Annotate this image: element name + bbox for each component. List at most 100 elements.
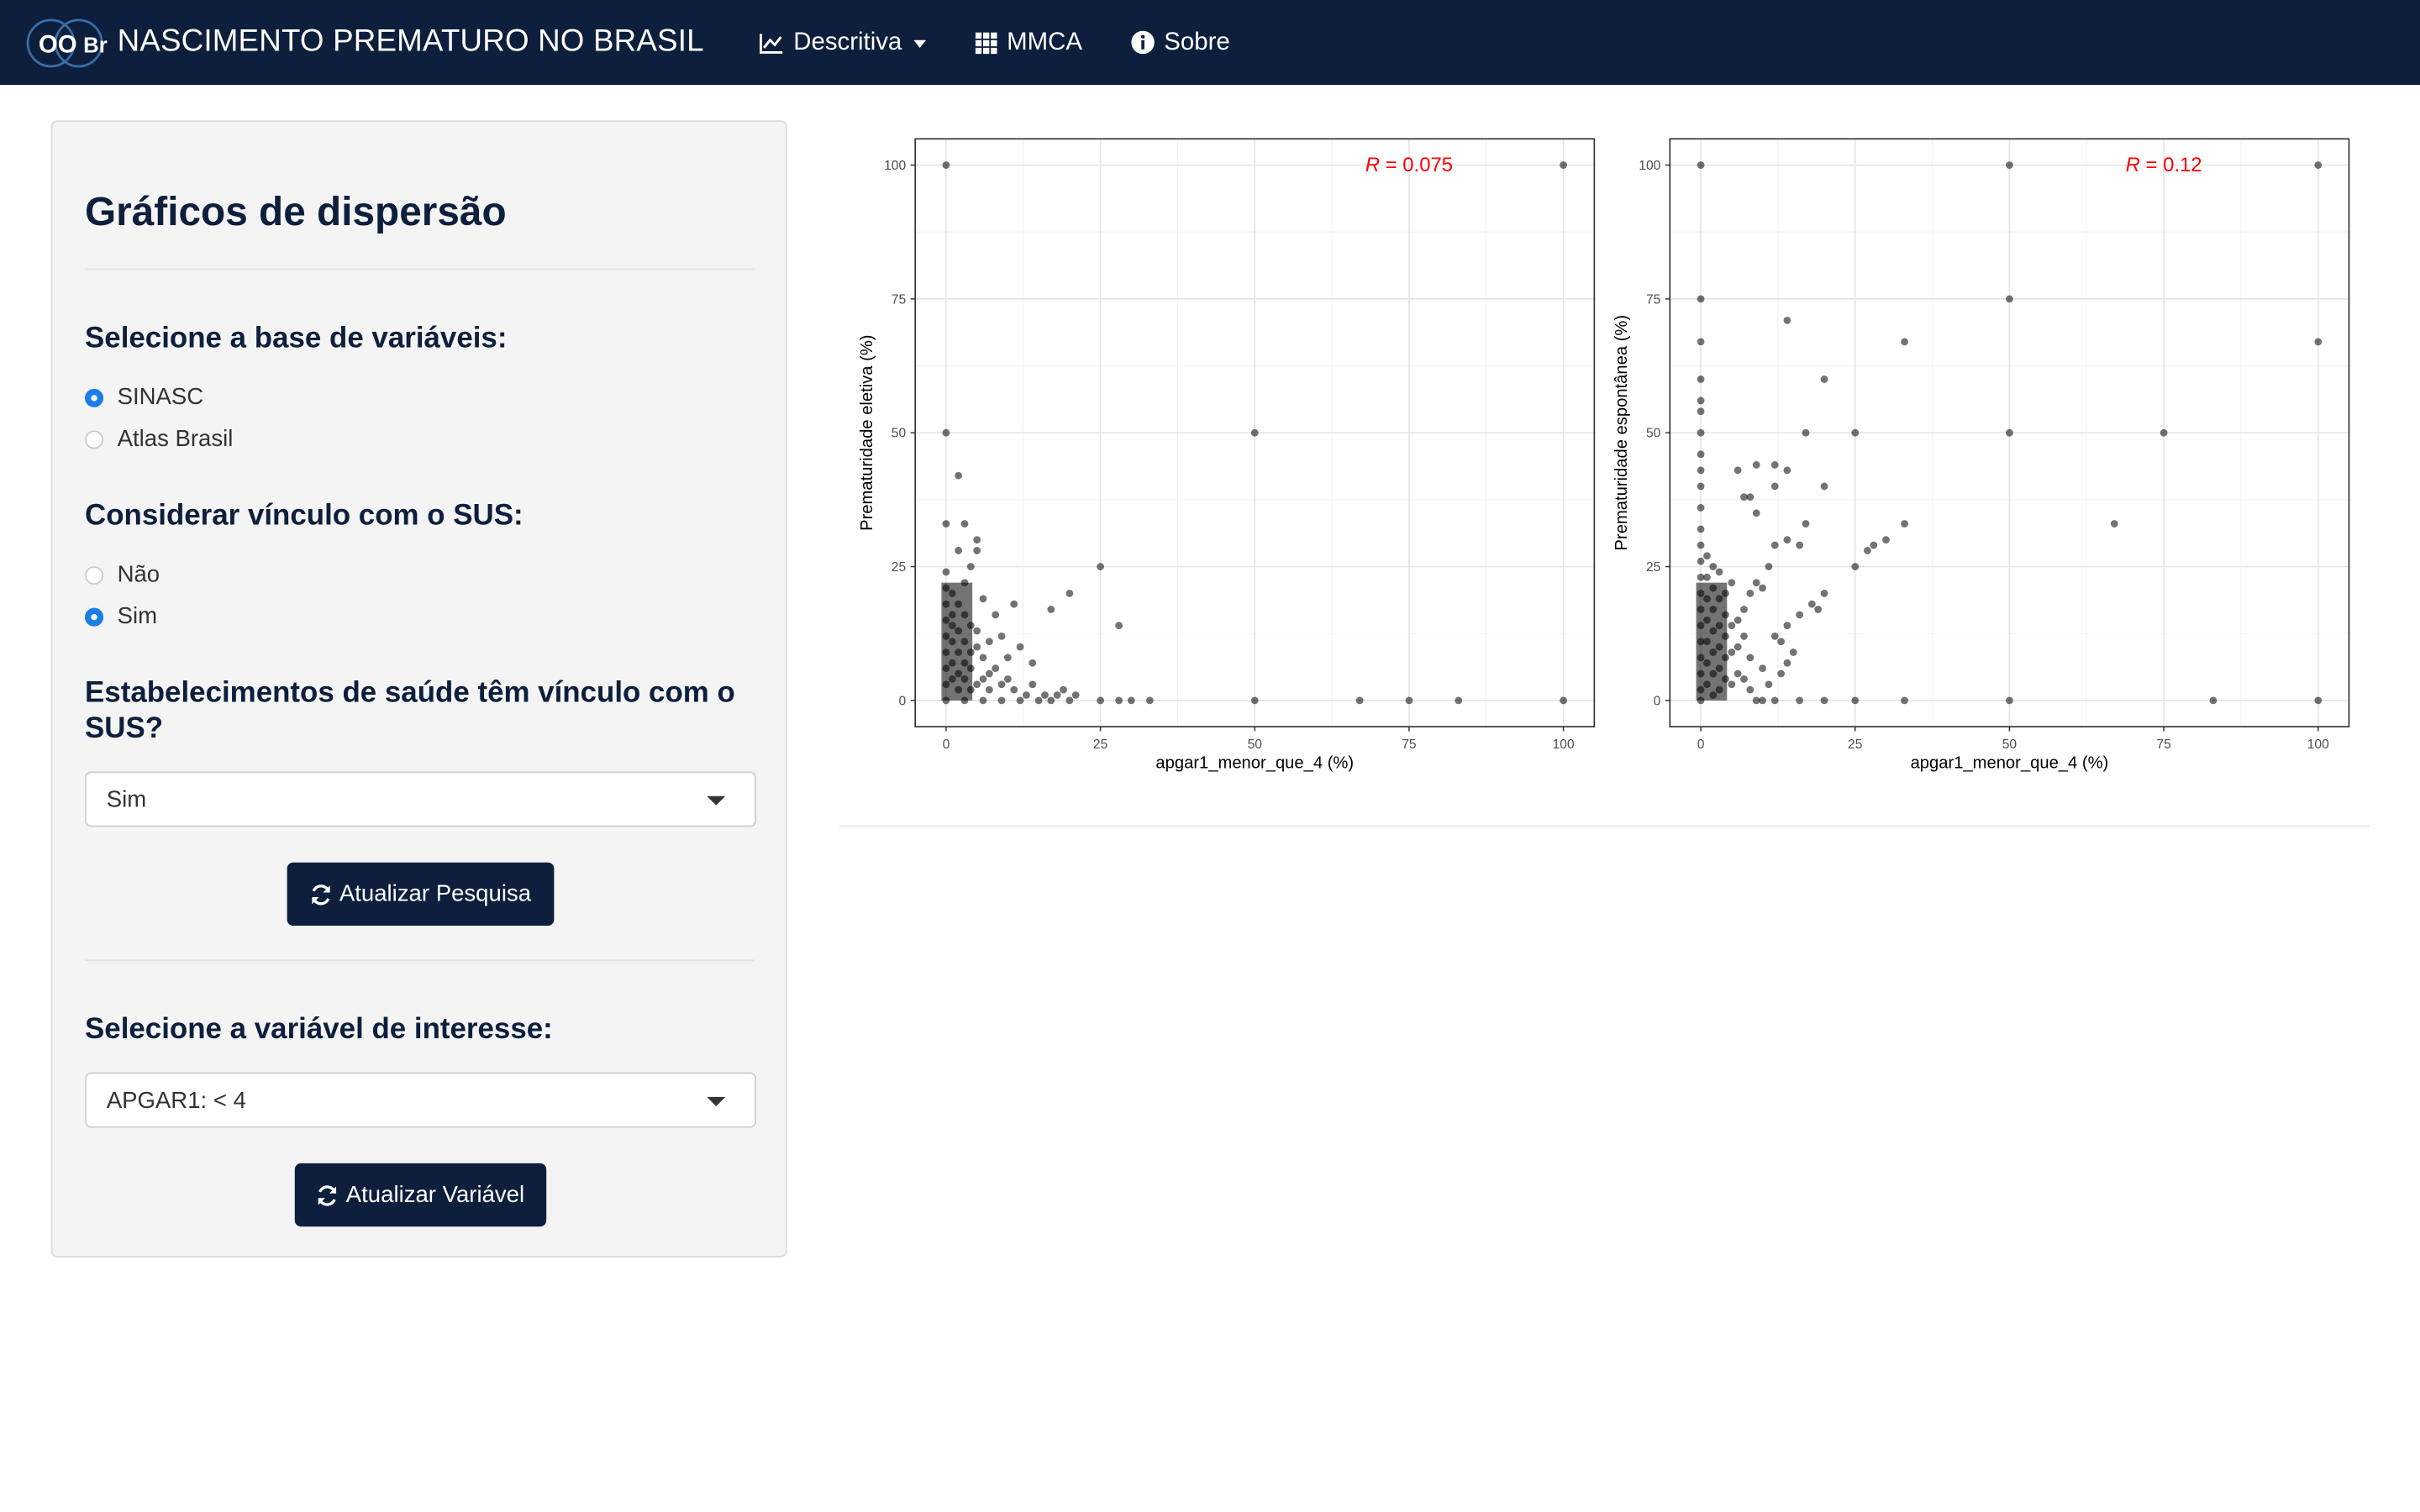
update-search-button[interactable]: Atualizar Pesquisa	[287, 862, 555, 927]
data-point	[1728, 579, 1736, 587]
data-point	[2006, 161, 2013, 169]
data-point	[1115, 696, 1123, 705]
y-tick-label: 25	[1646, 560, 1661, 575]
brand[interactable]: OO Br NASCIMENTO PREMATURO NO BRASIL	[24, 16, 704, 68]
data-point	[1740, 632, 1748, 640]
x-tick-label: 0	[943, 738, 950, 752]
data-point	[1010, 685, 1018, 694]
data-point	[1901, 696, 1908, 705]
data-point	[1028, 680, 1037, 689]
x-tick-label: 75	[1402, 738, 1417, 752]
nav-sobre[interactable]: Sobre	[1131, 29, 1230, 56]
radio-sim-label: Sim	[117, 603, 158, 630]
data-point	[997, 696, 1006, 705]
data-point	[2314, 696, 2323, 705]
data-point	[1250, 696, 1259, 705]
data-point	[1759, 696, 1766, 705]
dense-point-cluster	[941, 582, 973, 701]
data-point	[942, 568, 950, 576]
data-point	[1097, 696, 1104, 705]
data-point	[1715, 568, 1723, 576]
x-tick-label: 25	[1093, 738, 1108, 752]
data-point	[979, 595, 987, 603]
data-point	[1851, 428, 1860, 437]
radio-atlas-label: Atlas Brasil	[117, 425, 234, 453]
divider	[85, 959, 755, 962]
data-point	[966, 563, 975, 570]
data-point	[1697, 541, 1705, 549]
data-point	[1765, 563, 1773, 570]
svg-text:Br: Br	[83, 34, 108, 57]
data-point	[1783, 316, 1791, 324]
data-point	[979, 675, 987, 683]
data-point	[942, 428, 950, 437]
radio-nao[interactable]: Não	[85, 562, 160, 588]
radio-atlas-brasil[interactable]: Atlas Brasil	[85, 426, 233, 452]
data-point	[942, 520, 950, 528]
estab-select[interactable]: Sim	[85, 771, 757, 827]
radio-nao-label: Não	[117, 561, 160, 588]
x-axis-label: apgar1_menor_que_4 (%)	[1155, 754, 1354, 773]
caret-down-icon	[707, 1096, 726, 1106]
data-point	[1901, 338, 1908, 346]
y-axis-label: Prematuridade espontânea (%)	[1612, 315, 1631, 551]
chevron-down-icon	[913, 39, 927, 48]
data-point	[1733, 643, 1742, 651]
data-point	[1250, 428, 1259, 437]
y-tick-label: 50	[1646, 427, 1661, 441]
update-variable-button[interactable]: Atualizar Variável	[294, 1163, 547, 1227]
sidebar-panel: Gráficos de dispersão Selecione a base d…	[50, 120, 787, 1257]
data-point	[2006, 696, 2013, 705]
y-tick-label: 75	[1646, 292, 1661, 307]
radio-sinasc[interactable]: SINASC	[85, 384, 203, 411]
x-axis-label: apgar1_menor_que_4 (%)	[1911, 754, 2109, 773]
refresh-icon	[312, 884, 330, 905]
x-tick-label: 100	[2307, 738, 2329, 752]
x-tick-label: 50	[1248, 738, 1263, 752]
data-point	[1028, 659, 1037, 667]
data-point	[1882, 536, 1890, 544]
data-point	[2314, 338, 2323, 346]
data-point	[1697, 428, 1705, 437]
data-point	[1010, 600, 1018, 608]
variable-label: Selecione a variável de interesse:	[85, 1013, 553, 1047]
data-point	[1145, 696, 1154, 705]
data-point	[985, 669, 993, 678]
radio-selected-icon[interactable]	[85, 606, 104, 626]
estab-label: Estabelecimentos de saúde têm vínculo co…	[85, 677, 735, 746]
data-point	[992, 611, 1000, 619]
nav-mmca[interactable]: MMCA	[976, 29, 1082, 56]
x-tick-label: 75	[2156, 738, 2171, 752]
scatter-plot-svg: 0 25 50 75 100 0 25 50 75 100 apgar1_menor_que_4 (…	[1612, 138, 2350, 773]
sidebar-title: Gráficos de dispersão	[85, 188, 507, 235]
data-point	[1814, 606, 1823, 613]
data-point	[973, 536, 981, 544]
data-point	[2314, 161, 2323, 169]
data-point	[1777, 669, 1785, 678]
data-point	[973, 680, 981, 689]
data-point	[1820, 590, 1828, 597]
radio-sim[interactable]: Sim	[85, 603, 157, 629]
grid-icon	[976, 31, 998, 54]
y-tick-label: 0	[1654, 694, 1661, 708]
variable-select[interactable]: APGAR1: < 4	[85, 1072, 757, 1128]
nav-descritiva[interactable]: Descritiva	[760, 29, 927, 56]
data-point	[1053, 691, 1061, 699]
radio-unselected-icon[interactable]	[85, 565, 104, 585]
correlation-annotation: R = 0.075	[1365, 154, 1453, 176]
y-tick-label: 50	[892, 427, 907, 441]
data-point	[973, 547, 981, 554]
radio-selected-icon[interactable]	[85, 387, 104, 407]
data-point	[1065, 590, 1074, 597]
data-point	[2209, 696, 2217, 705]
data-point	[1047, 696, 1055, 705]
data-point	[1777, 638, 1785, 646]
data-point	[1016, 696, 1024, 705]
nav-mmca-label: MMCA	[1007, 28, 1082, 55]
data-point	[1697, 466, 1705, 475]
radio-unselected-icon[interactable]	[85, 429, 104, 449]
data-point	[1703, 573, 1711, 581]
data-point	[1807, 600, 1816, 608]
data-point	[2160, 428, 2168, 437]
data-point	[1733, 466, 1742, 475]
